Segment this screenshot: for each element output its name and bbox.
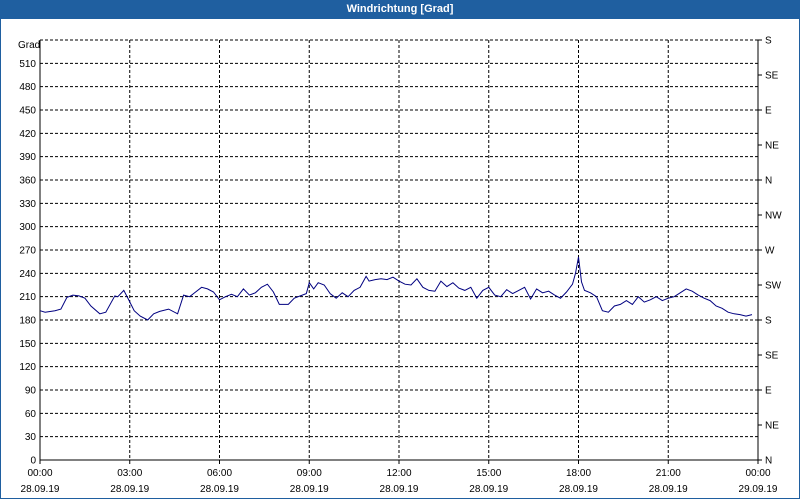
compass-label: W	[765, 246, 775, 257]
y-tick-label: 180	[19, 316, 36, 327]
x-tick-date: 28.09.19	[21, 484, 60, 495]
x-tick-time: 00:00	[745, 468, 770, 479]
y-tick-label: 480	[19, 82, 36, 93]
y-tick-label: 330	[19, 199, 36, 210]
x-tick-time: 09:00	[297, 468, 322, 479]
compass-label: E	[765, 106, 772, 117]
compass-label: N	[765, 176, 772, 187]
x-tick-date: 28.09.19	[380, 484, 419, 495]
wind-direction-chart: 0 30 60 90 120 150 180 210 240 270 300 330 360 390 420…	[18, 36, 782, 496]
x-tick-date: 28.09.19	[469, 484, 508, 495]
y-tick-label: 360	[19, 176, 36, 187]
x-tick-date: 29.09.19	[739, 484, 778, 495]
x-tick-time: 06:00	[207, 468, 232, 479]
compass-label: S	[765, 316, 772, 327]
compass-label: N	[765, 456, 772, 467]
compass-label: NE	[765, 141, 779, 152]
axes: 0 30 60 90 120 150 180 210 240 270 300 330 360 390 420…	[18, 36, 782, 496]
x-tick-time: 21:00	[656, 468, 681, 479]
y-tick-label: 90	[25, 386, 37, 397]
x-tick-date: 28.09.19	[559, 484, 598, 495]
x-tick-time: 03:00	[117, 468, 142, 479]
y-tick-label: 0	[30, 456, 36, 467]
y-tick-label: 270	[19, 246, 36, 257]
y-tick-label: 300	[19, 222, 36, 233]
y-tick-label: 150	[19, 339, 36, 350]
y-tick-label: 30	[25, 432, 37, 443]
compass-label: NE	[765, 421, 779, 432]
compass-label: E	[765, 386, 772, 397]
x-tick-date: 28.09.19	[649, 484, 688, 495]
y-tick-label: 390	[19, 152, 36, 163]
y-tick-label: 60	[25, 409, 37, 420]
compass-label: SW	[765, 281, 782, 292]
compass-label: SE	[765, 71, 779, 82]
compass-label: SE	[765, 351, 779, 362]
compass-label: NW	[765, 211, 782, 222]
x-tick-date: 28.09.19	[110, 484, 149, 495]
grid	[40, 39, 758, 460]
y-tick-label: 240	[19, 269, 36, 280]
y-tick-label: 120	[19, 362, 36, 373]
series-line	[39, 256, 753, 321]
series	[39, 256, 753, 321]
x-tick-time: 12:00	[386, 468, 411, 479]
compass-label: S	[765, 36, 772, 47]
y-axis-label: Grad	[18, 40, 40, 51]
x-tick-time: 18:00	[566, 468, 591, 479]
y-tick-label: 210	[19, 292, 36, 303]
x-tick-date: 28.09.19	[290, 484, 329, 495]
y-tick-label: 420	[19, 129, 36, 140]
x-tick-time: 00:00	[27, 468, 52, 479]
y-tick-label: 450	[19, 106, 36, 117]
x-tick-date: 28.09.19	[200, 484, 239, 495]
x-tick-time: 15:00	[476, 468, 501, 479]
y-tick-label: 510	[19, 59, 36, 70]
